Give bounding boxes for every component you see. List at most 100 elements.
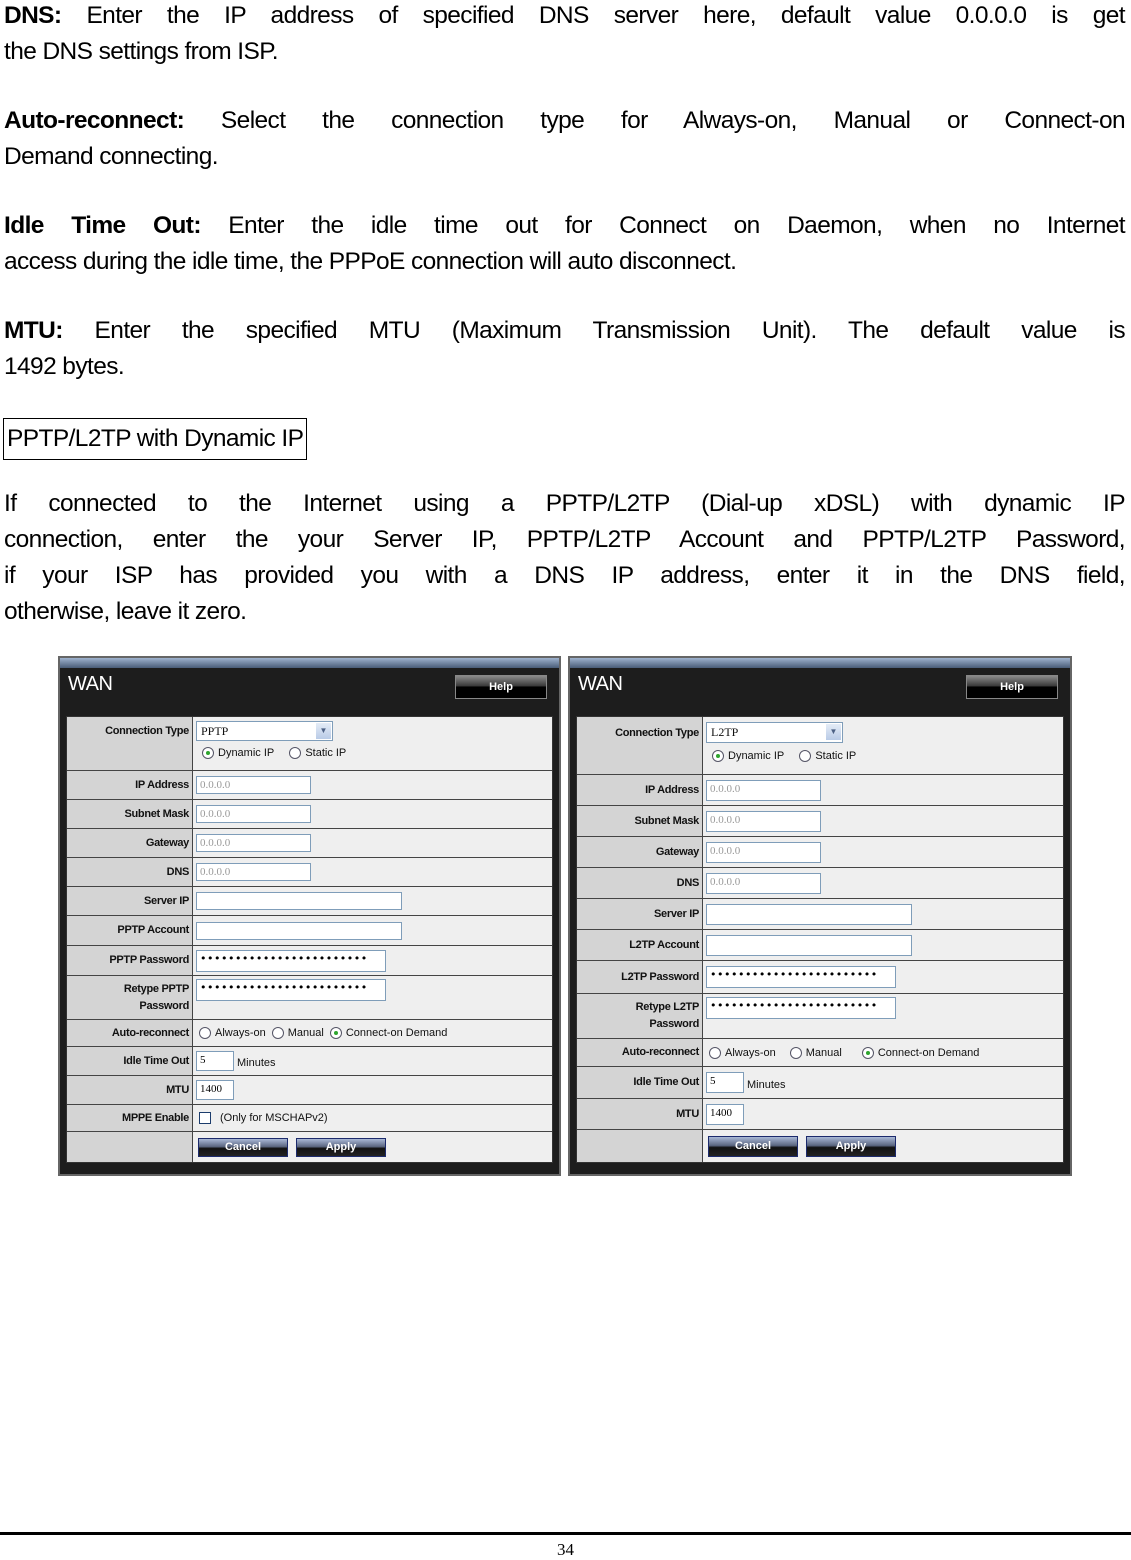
gateway-input[interactable]: 0.0.0.0 [706, 841, 821, 863]
connect-on-demand-radio[interactable]: Connect-on Demand [861, 1046, 980, 1059]
subnet-mask-label: Subnet Mask [67, 800, 193, 828]
idle-line-1: Enter the idle time out for Connect on D… [228, 212, 1125, 239]
connection-type-row: Connection Type L2TP ▼ Dynamic IP Static… [577, 717, 1063, 775]
password-input[interactable]: •••••••••••••••••••••••• [196, 949, 386, 972]
server-ip-input[interactable] [196, 892, 402, 910]
mppe-note: (Only for MSCHAPv2) [220, 1112, 328, 1124]
intro-line-2: connection, enter the your Server IP, PP… [4, 526, 1126, 553]
radio-selected-icon[interactable] [861, 1046, 874, 1059]
gateway-input[interactable]: 0.0.0.0 [196, 834, 311, 852]
mtu-line-1: Enter the specified MTU (Maximum Transmi… [94, 317, 1126, 344]
retype-label-line-1: Retype L2TP [635, 1001, 700, 1013]
dynamic-ip-radio[interactable]: Dynamic IP [712, 750, 784, 762]
ip-address-label: IP Address [577, 775, 703, 805]
dns-description: DNS: Enter the IP address of specified D… [4, 0, 1126, 70]
chevron-down-icon[interactable]: ▼ [826, 724, 841, 740]
retype-password-label: Retype L2TP Password [577, 994, 703, 1038]
panel-top-bar [60, 658, 559, 668]
dns-row: DNS 0.0.0.0 [67, 858, 552, 887]
apply-button[interactable]: Apply [806, 1135, 896, 1157]
dynamic-ip-label: Dynamic IP [728, 750, 785, 762]
radio-selected-icon[interactable] [712, 750, 724, 762]
subnet-mask-input[interactable]: 0.0.0.0 [706, 810, 821, 832]
cancel-button[interactable]: Cancel [198, 1137, 288, 1157]
cancel-button[interactable]: Cancel [708, 1135, 798, 1157]
mtu-line-2: 1492 bytes. [4, 353, 125, 380]
connection-type-select[interactable]: L2TP ▼ [706, 722, 843, 743]
panel-title: WAN [578, 673, 623, 695]
l2tp-wan-panel: WAN Help Connection Type L2TP ▼ Dynamic … [568, 656, 1072, 1176]
connect-on-demand-label: Connect-on Demand [877, 1046, 980, 1059]
subnet-mask-input[interactable]: 0.0.0.0 [196, 805, 311, 823]
always-on-radio[interactable]: Always-on [199, 1027, 266, 1039]
password-row: L2TP Password •••••••••••••••••••••••• [577, 961, 1063, 994]
connection-type-select[interactable]: PPTP ▼ [196, 721, 333, 741]
mppe-row: MPPE Enable (Only for MSCHAPv2) [67, 1105, 552, 1132]
auto-reconnect-term: Auto-reconnect: [4, 107, 185, 134]
radio-icon[interactable] [199, 1027, 211, 1039]
static-ip-label: Static IP [815, 750, 857, 762]
intro-line-1: If connected to the Internet using a PPT… [4, 490, 1126, 517]
dns-input[interactable]: 0.0.0.0 [196, 863, 311, 881]
idle-time-out-description: Idle Time Out: Enter the idle time out f… [4, 208, 1126, 280]
ip-address-input[interactable]: 0.0.0.0 [196, 776, 311, 794]
server-ip-row: Server IP [577, 899, 1063, 930]
radio-icon[interactable] [789, 1046, 802, 1059]
radio-icon[interactable] [709, 1046, 721, 1059]
ip-address-input[interactable]: 0.0.0.0 [706, 779, 821, 801]
server-ip-label: Server IP [577, 899, 703, 929]
auto-reconnect-description: Auto-reconnect: Select the connection ty… [4, 103, 1126, 175]
apply-button[interactable]: Apply [296, 1137, 386, 1157]
action-row: Cancel Apply [577, 1130, 1063, 1162]
help-button[interactable]: Help [966, 675, 1058, 699]
dynamic-ip-label: Dynamic IP [218, 747, 275, 759]
account-input[interactable] [706, 934, 912, 956]
idle-time-out-input[interactable]: 5 [196, 1051, 234, 1071]
intro-paragraph: If connected to the Internet using a PPT… [4, 486, 1126, 630]
connect-on-demand-radio[interactable]: Connect-on Demand [329, 1027, 447, 1039]
manual-radio[interactable]: Manual [271, 1027, 324, 1039]
server-ip-input[interactable] [706, 903, 912, 925]
static-ip-radio[interactable]: Static IP [799, 750, 856, 762]
radio-icon[interactable] [799, 750, 812, 762]
auto-reconnect-group: Always-on Manual Connect-on Demand [703, 1039, 1063, 1066]
retype-password-input[interactable]: •••••••••••••••••••••••• [196, 979, 386, 1001]
mppe-enable-label: MPPE Enable [67, 1105, 193, 1131]
chevron-down-icon[interactable]: ▼ [316, 723, 331, 739]
always-on-radio[interactable]: Always-on [709, 1046, 776, 1059]
auto-reconnect-row: Auto-reconnect Always-on Manual Connect-… [577, 1039, 1063, 1067]
mtu-label: MTU [577, 1099, 703, 1129]
mppe-enable-checkbox[interactable] [199, 1112, 211, 1124]
subnet-mask-row: Subnet Mask 0.0.0.0 [67, 800, 552, 829]
radio-icon[interactable] [271, 1027, 284, 1039]
mtu-row: MTU 1400 [67, 1076, 552, 1105]
mtu-input[interactable]: 1400 [196, 1080, 234, 1100]
retype-password-input[interactable]: •••••••••••••••••••••••• [706, 997, 896, 1019]
ip-mode-group: Dynamic IP Static IP [712, 750, 868, 765]
mtu-input[interactable]: 1400 [706, 1103, 744, 1125]
idle-time-out-input[interactable]: 5 [706, 1072, 744, 1093]
radio-selected-icon[interactable] [202, 747, 214, 759]
gateway-row: Gateway 0.0.0.0 [577, 837, 1063, 868]
idle-line-2: access during the idle time, the PPPoE c… [4, 248, 737, 275]
radio-icon[interactable] [289, 747, 302, 759]
auto-reconnect-label: Auto-reconnect [67, 1020, 193, 1046]
intro-line-4: otherwise, leave it zero. [4, 598, 247, 625]
dns-input[interactable]: 0.0.0.0 [706, 872, 821, 894]
account-input[interactable] [196, 921, 402, 940]
subnet-mask-row: Subnet Mask 0.0.0.0 [577, 806, 1063, 837]
dynamic-ip-radio[interactable]: Dynamic IP [202, 747, 274, 759]
manual-radio[interactable]: Manual [789, 1046, 842, 1059]
retype-label-line-2: Password [649, 1018, 699, 1030]
connection-type-label: Connection Type [577, 717, 703, 774]
ip-address-label: IP Address [67, 771, 193, 799]
server-ip-row: Server IP [67, 887, 552, 916]
radio-selected-icon[interactable] [329, 1027, 342, 1039]
connection-type-label: Connection Type [67, 717, 193, 770]
ip-address-row: IP Address 0.0.0.0 [577, 775, 1063, 806]
gateway-row: Gateway 0.0.0.0 [67, 829, 552, 858]
intro-line-3: if your ISP has provided you with a DNS … [4, 562, 1126, 589]
help-button[interactable]: Help [455, 675, 547, 699]
static-ip-radio[interactable]: Static IP [289, 747, 346, 759]
password-input[interactable]: •••••••••••••••••••••••• [706, 966, 896, 988]
